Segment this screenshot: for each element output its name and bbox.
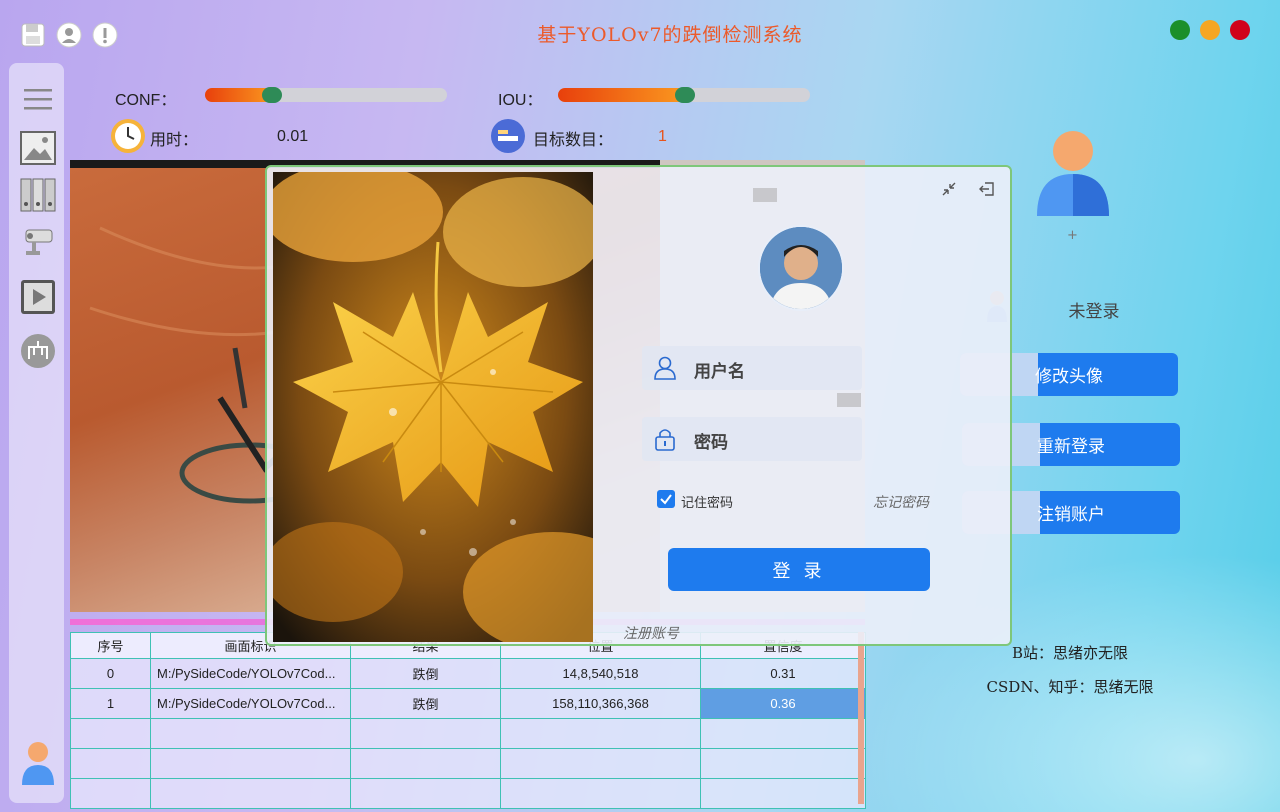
register-link[interactable]: 注册账号 — [623, 623, 679, 643]
conf-label: CONF： — [115, 92, 177, 109]
table-cell[interactable]: 158,110,366,368 — [500, 688, 701, 719]
table-row[interactable]: 0 M:/PySideCode/YOLOv7Cod... 跌倒 14,8,540… — [70, 658, 866, 689]
table-cell[interactable]: 14,8,540,518 — [500, 658, 701, 689]
change-avatar-label: 修改头像 — [1035, 367, 1103, 386]
forgot-password-link[interactable]: 忘记密码 — [873, 492, 929, 512]
delete-account-label: 注销账户 — [1037, 505, 1105, 524]
iou-label: IOU： — [498, 92, 543, 109]
user-outline-icon — [654, 356, 676, 380]
count-label: 目标数目： — [533, 132, 614, 149]
relogin-label: 重新登录 — [1037, 437, 1105, 456]
exit-dialog-icon[interactable] — [979, 181, 995, 197]
target-count-icon — [490, 118, 526, 154]
remember-label[interactable]: 记住密码 — [681, 492, 733, 511]
login-dialog: 用户名 密码 记住密码 忘记密码 登 录 注册账号 — [265, 165, 1012, 646]
folder-icon[interactable] — [20, 177, 56, 213]
table-row-empty[interactable] — [70, 748, 866, 779]
camera-icon[interactable] — [20, 224, 56, 260]
app-title: 基于YOLOv7的跌倒检测系统 — [537, 24, 803, 46]
table-cell[interactable]: 跌倒 — [350, 658, 501, 689]
minimize-dialog-icon[interactable] — [941, 181, 957, 197]
password-placeholder: 密码 — [694, 433, 728, 452]
username-placeholder: 用户名 — [694, 362, 745, 381]
iou-slider-thumb[interactable] — [675, 87, 695, 103]
image-icon[interactable] — [20, 130, 56, 166]
user-avatar-large — [1037, 130, 1109, 218]
time-label: 用时： — [150, 132, 199, 149]
conf-slider-thumb[interactable] — [262, 87, 282, 103]
table-cell[interactable]: M:/PySideCode/YOLOv7Cod... — [150, 658, 351, 689]
menu-icon[interactable] — [20, 81, 56, 117]
password-field[interactable]: 密码 — [642, 417, 862, 461]
table-row-empty[interactable] — [70, 718, 866, 749]
minimize-button[interactable] — [1170, 20, 1190, 40]
model-icon[interactable] — [20, 333, 56, 369]
table-header[interactable]: 序号 — [70, 632, 151, 659]
results-table: 序号 画面标识 结果 位置 置信度 0 M:/PySideCode/YOLOv7… — [70, 632, 866, 809]
plus-icon[interactable]: + — [1067, 228, 1078, 243]
iou-slider[interactable] — [558, 87, 810, 103]
lock-icon — [654, 427, 676, 451]
login-button[interactable]: 登 录 — [668, 548, 930, 591]
username-field[interactable]: 用户名 — [642, 346, 862, 390]
maple-leaf-image — [273, 172, 593, 642]
table-cell[interactable]: 0 — [70, 658, 151, 689]
table-row[interactable]: 1 M:/PySideCode/YOLOv7Cod... 跌倒 158,110,… — [70, 688, 866, 719]
login-status: 未登录 — [1068, 302, 1120, 322]
remember-checkbox[interactable] — [657, 490, 675, 508]
clock-icon — [110, 118, 146, 154]
conf-slider[interactable] — [205, 87, 447, 103]
sidebar — [9, 63, 64, 803]
video-icon[interactable] — [20, 279, 56, 315]
table-cell[interactable]: M:/PySideCode/YOLOv7Cod... — [150, 688, 351, 719]
table-cell[interactable]: 0.31 — [700, 658, 866, 689]
table-cell-selected[interactable]: 0.36 — [700, 688, 866, 719]
dialog-decoration — [837, 393, 861, 407]
credit-csdn: CSDN、知乎：思绪无限 — [986, 678, 1154, 696]
time-value: 0.01 — [277, 128, 309, 145]
table-cell[interactable]: 1 — [70, 688, 151, 719]
maximize-button[interactable] — [1200, 20, 1220, 40]
table-row-empty[interactable] — [70, 778, 866, 809]
table-scrollbar[interactable] — [858, 632, 864, 804]
table-cell[interactable]: 跌倒 — [350, 688, 501, 719]
user-avatar-icon[interactable] — [20, 741, 56, 785]
iou-slider-fill — [558, 88, 688, 102]
count-value: 1 — [658, 128, 667, 145]
close-button[interactable] — [1230, 20, 1250, 40]
user-portrait — [758, 225, 844, 311]
dialog-decoration — [753, 188, 777, 202]
